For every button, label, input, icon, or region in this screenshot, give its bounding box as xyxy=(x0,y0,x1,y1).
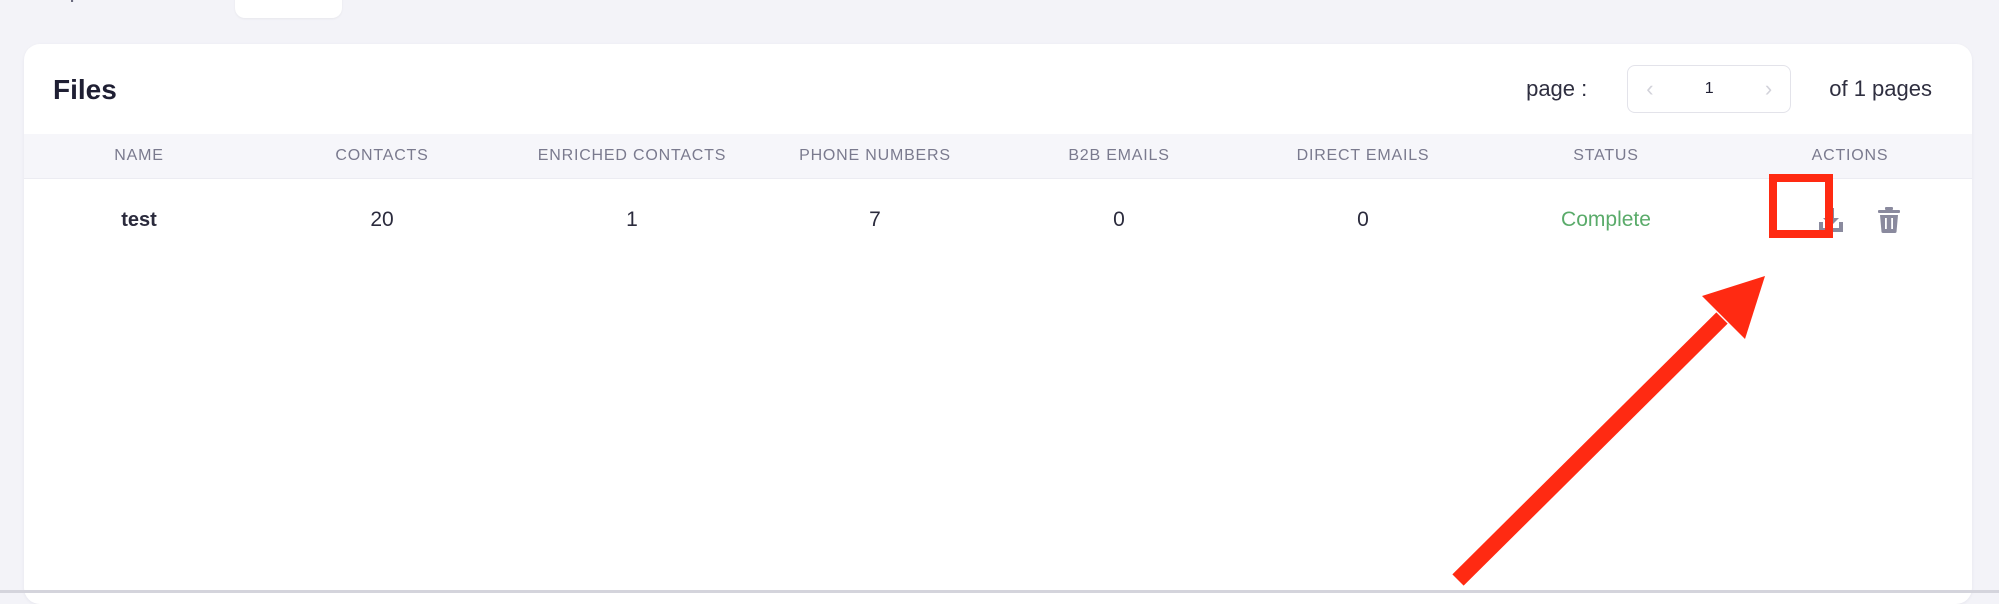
chevron-left-icon[interactable]: ‹ xyxy=(1646,78,1653,100)
files-card: Files page : ‹ 1 › of 1 pages NAME CONTA… xyxy=(24,44,1972,604)
pagination-label: page : xyxy=(1526,76,1588,101)
pagination: page : ‹ 1 › of 1 pages xyxy=(1526,64,1932,114)
download-icon xyxy=(1819,208,1843,232)
tab-upload-files[interactable]: Upload files xyxy=(24,0,205,18)
tab-files[interactable]: Files xyxy=(235,0,343,18)
column-header-enriched-contacts[interactable]: ENRICHED CONTACTS xyxy=(512,134,752,178)
page-selector: ‹ 1 › xyxy=(1627,65,1792,113)
column-header-status[interactable]: STATUS xyxy=(1486,134,1726,178)
trash-icon xyxy=(1878,207,1900,233)
pagination-total: of 1 pages xyxy=(1829,76,1932,101)
current-page-input[interactable]: 1 xyxy=(1705,80,1714,98)
download-button[interactable] xyxy=(1811,200,1851,240)
column-header-name[interactable]: NAME xyxy=(19,134,259,178)
column-header-actions: ACTIONS xyxy=(1811,147,1889,164)
table-row[interactable]: test 20 1 7 0 0 Complete xyxy=(24,179,1972,261)
row-actions xyxy=(24,179,1972,261)
column-header-b2b-emails[interactable]: B2B EMAILS xyxy=(999,134,1239,178)
column-header-direct-emails[interactable]: DIRECT EMAILS xyxy=(1243,134,1483,178)
card-title: Files xyxy=(53,74,117,105)
column-header-contacts[interactable]: CONTACTS xyxy=(262,134,502,178)
column-header-phone-numbers[interactable]: PHONE NUMBERS xyxy=(755,134,995,178)
table-header: NAME CONTACTS ENRICHED CONTACTS PHONE NU… xyxy=(24,134,1972,179)
chevron-right-icon[interactable]: › xyxy=(1765,78,1772,100)
delete-button[interactable] xyxy=(1869,200,1909,240)
tab-bar: Upload files Files xyxy=(24,0,343,18)
